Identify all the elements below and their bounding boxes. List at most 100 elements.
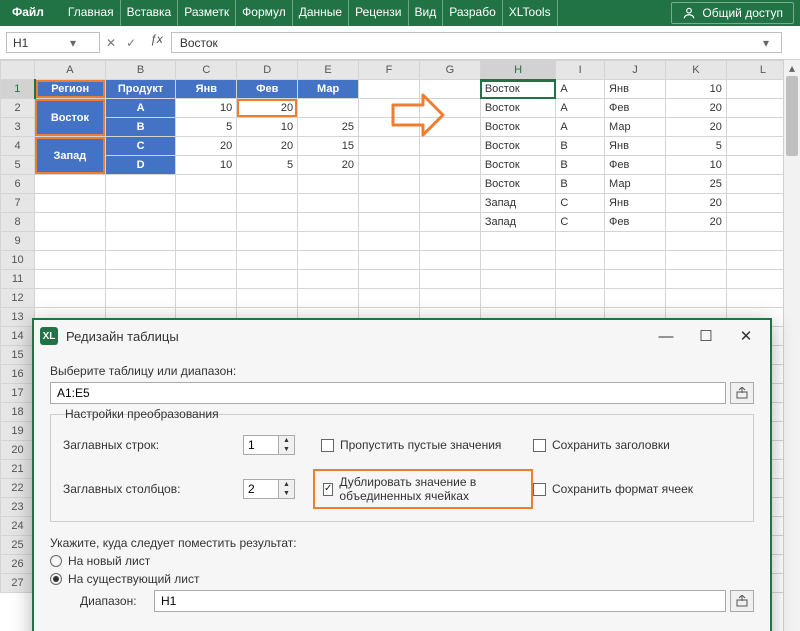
cell[interactable]: [605, 270, 666, 289]
cell[interactable]: [419, 232, 480, 251]
col-header[interactable]: K: [665, 61, 726, 80]
cell[interactable]: [35, 270, 106, 289]
row-header[interactable]: 8: [1, 213, 35, 232]
cell[interactable]: 20: [665, 194, 726, 213]
cell[interactable]: [105, 175, 176, 194]
cell[interactable]: Запад: [35, 137, 106, 175]
cell[interactable]: [237, 232, 298, 251]
scrollbar-thumb[interactable]: [786, 76, 798, 156]
cell[interactable]: B: [556, 137, 605, 156]
formula-bar[interactable]: Восток ▾: [171, 32, 782, 53]
option-existing-sheet[interactable]: На существующий лист: [50, 572, 754, 586]
cancel-fx-icon[interactable]: ✕: [106, 36, 116, 50]
cell[interactable]: Продукт: [105, 80, 176, 99]
cell[interactable]: [105, 194, 176, 213]
cell[interactable]: [105, 251, 176, 270]
col-header[interactable]: D: [237, 61, 298, 80]
cell[interactable]: C: [556, 194, 605, 213]
row-header[interactable]: 18: [1, 403, 35, 422]
spin-up-icon[interactable]: ▲: [279, 480, 294, 489]
cell[interactable]: [298, 232, 359, 251]
cell[interactable]: Восток: [480, 118, 556, 137]
cell[interactable]: [237, 251, 298, 270]
header-cols-spinner[interactable]: ▲▼: [243, 479, 295, 499]
cell[interactable]: [176, 194, 237, 213]
cell[interactable]: B: [556, 156, 605, 175]
chevron-down-icon[interactable]: ▾: [759, 37, 773, 49]
cell[interactable]: 20: [298, 156, 359, 175]
tab-file[interactable]: Файл: [0, 0, 56, 26]
option-new-sheet[interactable]: На новый лист: [50, 554, 754, 568]
cell[interactable]: [35, 175, 106, 194]
cell[interactable]: [298, 213, 359, 232]
cell[interactable]: D: [105, 156, 176, 175]
cell[interactable]: Восток: [480, 99, 556, 118]
cell[interactable]: Запад: [480, 194, 556, 213]
row-header[interactable]: 13: [1, 308, 35, 327]
cell[interactable]: 5: [237, 156, 298, 175]
row-header[interactable]: 11: [1, 270, 35, 289]
cell[interactable]: B: [105, 118, 176, 137]
col-header[interactable]: C: [176, 61, 237, 80]
source-range-input[interactable]: [50, 382, 726, 404]
cell[interactable]: A: [556, 99, 605, 118]
tab-data[interactable]: Данные: [293, 0, 349, 26]
row-header[interactable]: 26: [1, 555, 35, 574]
cell[interactable]: 10: [665, 80, 726, 99]
cell[interactable]: 20: [665, 99, 726, 118]
cell[interactable]: [359, 213, 420, 232]
spin-down-icon[interactable]: ▼: [279, 445, 294, 454]
cell[interactable]: Янв: [176, 80, 237, 99]
cell[interactable]: 20: [237, 137, 298, 156]
cell[interactable]: [605, 251, 666, 270]
cell[interactable]: [176, 213, 237, 232]
cell[interactable]: [237, 289, 298, 308]
cell[interactable]: [419, 251, 480, 270]
cell[interactable]: [105, 213, 176, 232]
cell[interactable]: [665, 251, 726, 270]
cell[interactable]: C: [105, 137, 176, 156]
row-header[interactable]: 4: [1, 137, 35, 156]
cell[interactable]: [176, 175, 237, 194]
cell[interactable]: 10: [176, 99, 237, 118]
collapse-dialog-button-2[interactable]: [730, 590, 754, 612]
cell[interactable]: [665, 289, 726, 308]
row-header[interactable]: 17: [1, 384, 35, 403]
cell[interactable]: [419, 289, 480, 308]
cell[interactable]: [480, 289, 556, 308]
header-cols-input[interactable]: [243, 479, 279, 499]
row-header[interactable]: 20: [1, 441, 35, 460]
tab-home[interactable]: Главная: [62, 0, 121, 26]
cell[interactable]: [665, 232, 726, 251]
row-header[interactable]: 25: [1, 536, 35, 555]
cell[interactable]: Мар: [298, 80, 359, 99]
cell[interactable]: Янв: [605, 194, 666, 213]
cell[interactable]: [35, 289, 106, 308]
cell[interactable]: [419, 156, 480, 175]
tab-formulas[interactable]: Формул: [236, 0, 293, 26]
fx-icon[interactable]: ƒx: [142, 32, 171, 53]
cell[interactable]: Янв: [605, 137, 666, 156]
row-header[interactable]: 16: [1, 365, 35, 384]
cell[interactable]: [105, 289, 176, 308]
tab-xltools[interactable]: XLTools: [503, 0, 558, 26]
share-button[interactable]: Общий доступ: [671, 2, 794, 24]
cell[interactable]: Мар: [605, 175, 666, 194]
row-header[interactable]: 2: [1, 99, 35, 118]
cell[interactable]: B: [556, 175, 605, 194]
cell[interactable]: [480, 232, 556, 251]
cell[interactable]: [176, 251, 237, 270]
cell[interactable]: 10: [665, 156, 726, 175]
cell[interactable]: [176, 232, 237, 251]
row-header[interactable]: 12: [1, 289, 35, 308]
scroll-up-icon[interactable]: ▴: [784, 60, 800, 76]
row-header[interactable]: 27: [1, 574, 35, 593]
cell[interactable]: 20: [176, 137, 237, 156]
spin-up-icon[interactable]: ▲: [279, 436, 294, 445]
cell[interactable]: [419, 175, 480, 194]
row-header[interactable]: 5: [1, 156, 35, 175]
cell[interactable]: Фев: [605, 99, 666, 118]
cell[interactable]: 20: [237, 99, 298, 118]
cell[interactable]: Мар: [605, 118, 666, 137]
cell[interactable]: 5: [176, 118, 237, 137]
